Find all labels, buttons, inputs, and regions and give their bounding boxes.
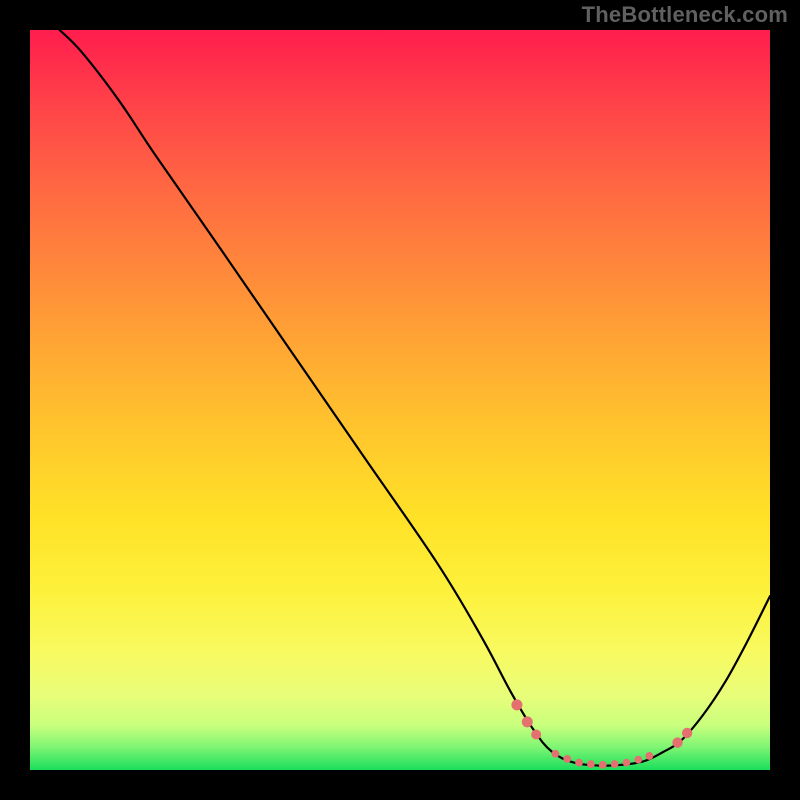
marker-dot — [623, 759, 631, 767]
marker-dot — [531, 729, 541, 739]
marker-dot — [645, 752, 653, 760]
marker-dot — [522, 716, 533, 727]
markers-group — [511, 699, 692, 768]
marker-dot — [682, 728, 692, 738]
curve-svg — [30, 30, 770, 770]
marker-dot — [672, 737, 682, 747]
marker-dot — [552, 750, 560, 758]
marker-dot — [587, 760, 595, 768]
marker-dot — [511, 699, 522, 710]
marker-dot — [575, 759, 583, 767]
watermark-label: TheBottleneck.com — [582, 2, 788, 28]
marker-dot — [634, 756, 642, 764]
marker-dot — [611, 760, 619, 768]
marker-dot — [599, 761, 607, 769]
bottleneck-curve — [60, 30, 770, 766]
marker-dot — [563, 755, 571, 763]
plot-area — [30, 30, 770, 770]
chart-frame: TheBottleneck.com — [0, 0, 800, 800]
